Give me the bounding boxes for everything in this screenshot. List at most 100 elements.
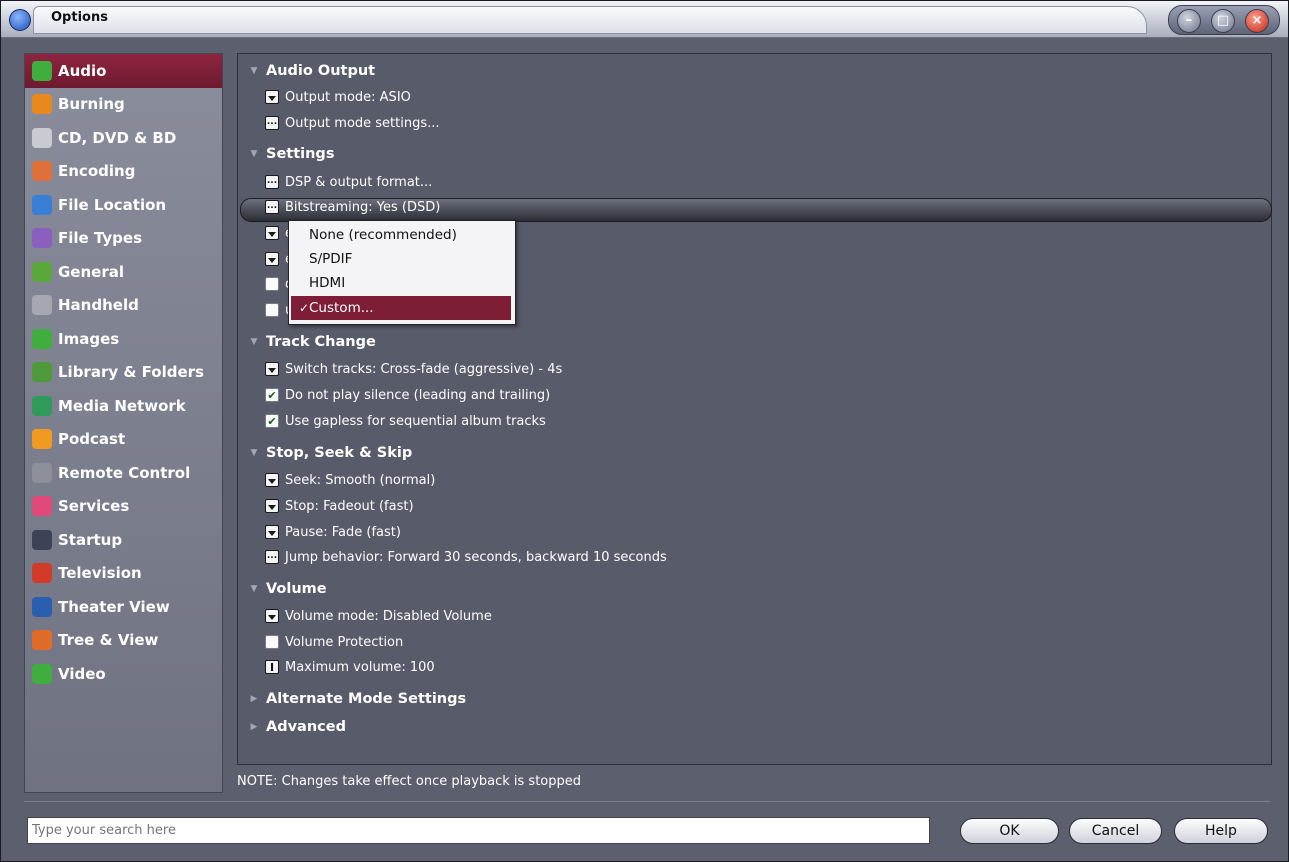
section-header[interactable]: ▼ Audio Output: [238, 59, 376, 83]
expanded-arrow-icon[interactable]: ▼: [248, 448, 260, 458]
title-tab: [33, 6, 1147, 34]
dropdown-arrow-icon[interactable]: [265, 252, 279, 266]
bitstreaming-dropdown-menu: None (recommended) S/PDIF HDMI ✓ Custom...: [288, 220, 516, 325]
dropdown-option-label: None (recommended): [309, 227, 457, 243]
dropdown-option[interactable]: None (recommended): [291, 223, 511, 247]
sidebar-item-label: Media Network: [58, 396, 186, 415]
encoding-icon: [32, 161, 52, 182]
sidebar-item[interactable]: General: [25, 255, 222, 289]
sidebar-item[interactable]: Podcast: [25, 423, 222, 457]
checkbox[interactable]: [265, 277, 279, 291]
sidebar-item[interactable]: Remote Control: [25, 456, 222, 490]
options-window: Options – □ × Audio Burning CD, DVD & BD En…: [0, 0, 1289, 862]
sidebar-item[interactable]: CD, DVD & BD: [25, 121, 222, 155]
sidebar-item-label: Burning: [58, 95, 125, 114]
section-header[interactable]: ▼ Stop, Seek & Skip: [238, 441, 413, 465]
sidebar-item[interactable]: Images: [25, 322, 222, 356]
section-header[interactable]: ▶ Advanced: [238, 715, 346, 739]
setting-row[interactable]: DSP & output format...: [238, 170, 432, 194]
section-header[interactable]: ▼ Volume: [238, 577, 327, 601]
setting-label: Do not play silence (leading and trailin…: [285, 387, 551, 403]
dropdown-option[interactable]: HDMI: [291, 271, 511, 295]
sidebar-item[interactable]: Burning: [25, 88, 222, 122]
dropdown-arrow-icon[interactable]: [265, 609, 279, 623]
disc-icon: [32, 127, 52, 148]
handheld-icon: [32, 295, 52, 316]
cancel-button[interactable]: Cancel: [1069, 818, 1162, 844]
checkbox[interactable]: [265, 635, 279, 649]
section-header[interactable]: ▼ Track Change: [238, 330, 376, 354]
sidebar-item[interactable]: File Types: [25, 222, 222, 256]
setting-row[interactable]: Volume Protection: [238, 630, 403, 654]
sidebar-item[interactable]: Encoding: [25, 155, 222, 189]
sidebar-item[interactable]: Media Network: [25, 389, 222, 423]
dropdown-arrow-icon[interactable]: [265, 499, 279, 513]
sidebar-item[interactable]: Startup: [25, 523, 222, 557]
expanded-arrow-icon[interactable]: ▼: [248, 584, 260, 594]
help-button[interactable]: Help: [1174, 818, 1268, 844]
setting-row[interactable]: Pause: Fade (fast): [238, 520, 401, 544]
library-icon: [32, 362, 52, 383]
setting-label: Stop, Seek & Skip: [266, 445, 413, 461]
setting-row[interactable]: Switch tracks: Cross-fade (aggressive) -…: [238, 357, 562, 381]
sidebar-item[interactable]: Tree & View: [25, 624, 222, 658]
setting-row[interactable]: Volume mode: Disabled Volume: [238, 604, 492, 628]
setting-label: Use gapless for sequential album tracks: [285, 413, 546, 429]
dropdown-arrow-icon[interactable]: [265, 226, 279, 240]
expanded-arrow-icon[interactable]: ▼: [248, 337, 260, 347]
setting-label: Maximum volume: 100: [285, 659, 435, 675]
sidebar-item[interactable]: Library & Folders: [25, 356, 222, 390]
maximize-button[interactable]: □: [1211, 9, 1235, 33]
ok-button[interactable]: OK: [960, 818, 1059, 844]
dropdown-arrow-icon[interactable]: [265, 525, 279, 539]
expanded-arrow-icon[interactable]: ▼: [248, 149, 260, 159]
ellipsis-button-icon[interactable]: [265, 200, 279, 214]
sidebar-item[interactable]: Audio: [25, 54, 222, 88]
sidebar-item[interactable]: Handheld: [25, 289, 222, 323]
sidebar-item-label: Encoding: [58, 162, 136, 181]
dropdown-option[interactable]: ✓ Custom...: [291, 296, 511, 320]
checkbox[interactable]: [265, 303, 279, 317]
setting-row[interactable]: Bitstreaming: Yes (DSD): [238, 195, 440, 219]
sidebar-item-label: File Location: [58, 195, 167, 214]
search-input[interactable]: [27, 817, 930, 844]
setting-row[interactable]: Do not play silence (leading and trailin…: [238, 383, 550, 407]
dropdown-option-label: S/PDIF: [309, 251, 353, 267]
ellipsis-button-icon[interactable]: [265, 550, 279, 564]
sidebar-item[interactable]: Services: [25, 490, 222, 524]
setting-row[interactable]: Stop: Fadeout (fast): [238, 494, 414, 518]
close-button[interactable]: ×: [1245, 9, 1269, 33]
app-icon[interactable]: [9, 9, 31, 31]
dropdown-arrow-icon[interactable]: [265, 90, 279, 104]
dropdown-arrow-icon[interactable]: [265, 473, 279, 487]
dropdown-arrow-icon[interactable]: [265, 362, 279, 376]
minimize-button[interactable]: –: [1177, 9, 1201, 33]
collapsed-arrow-icon[interactable]: ▶: [248, 722, 260, 732]
section-header[interactable]: ▼ Settings: [238, 142, 335, 166]
checkbox[interactable]: [265, 414, 279, 428]
sidebar-item[interactable]: File Location: [25, 188, 222, 222]
sidebar-item[interactable]: Theater View: [25, 590, 222, 624]
collapsed-arrow-icon[interactable]: ▶: [248, 694, 260, 704]
number-input-icon[interactable]: [265, 660, 279, 674]
setting-label: Stop: Fadeout (fast): [285, 498, 414, 514]
setting-row[interactable]: Output mode settings...: [238, 111, 440, 135]
window-controls: – □ ×: [1168, 5, 1280, 35]
checkbox[interactable]: [265, 388, 279, 402]
setting-row[interactable]: Output mode: ASIO: [238, 85, 411, 109]
sidebar-item-label: Images: [58, 329, 120, 348]
section-header[interactable]: ▶ Alternate Mode Settings: [238, 687, 467, 711]
setting-row[interactable]: Jump behavior: Forward 30 seconds, backw…: [238, 545, 667, 569]
sidebar-item[interactable]: Television: [25, 557, 222, 591]
setting-label: Switch tracks: Cross-fade (aggressive) -…: [285, 361, 563, 377]
dropdown-option[interactable]: S/PDIF: [291, 247, 511, 271]
setting-row[interactable]: Maximum volume: 100: [238, 655, 435, 679]
ellipsis-button-icon[interactable]: [265, 175, 279, 189]
expanded-arrow-icon[interactable]: ▼: [248, 66, 260, 76]
sidebar-item[interactable]: Video: [25, 657, 222, 691]
setting-row[interactable]: Seek: Smooth (normal): [238, 468, 435, 492]
setting-label: Advanced: [266, 719, 346, 735]
setting-row[interactable]: Use gapless for sequential album tracks: [238, 409, 546, 433]
ellipsis-button-icon[interactable]: [265, 116, 279, 130]
footer-note: NOTE: Changes take effect once playback …: [237, 774, 582, 789]
